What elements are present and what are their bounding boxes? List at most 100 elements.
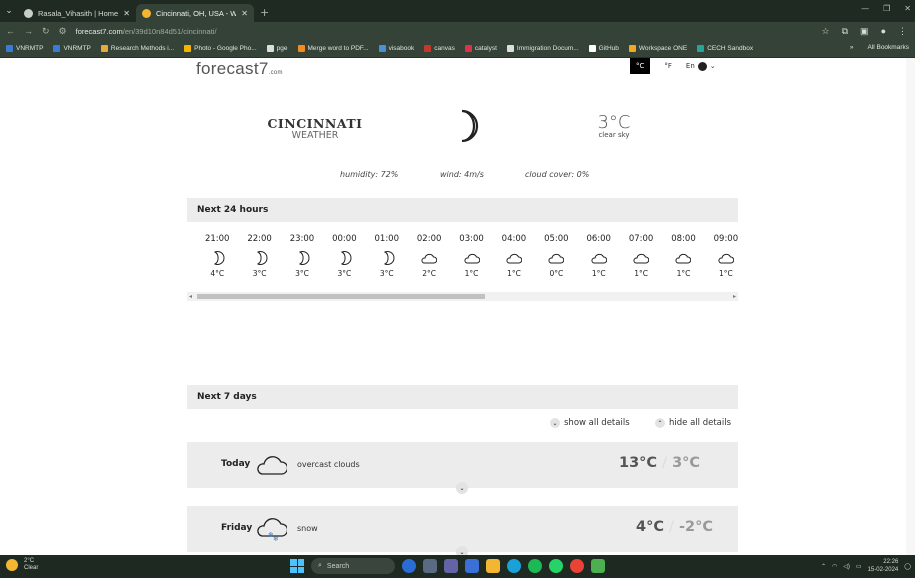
app-icon[interactable]: [465, 559, 479, 573]
tab-search-button[interactable]: ⌄: [0, 0, 18, 22]
bookmark-favicon-icon: [6, 45, 13, 52]
chevron-down-icon: ⌄: [459, 484, 465, 492]
edge-icon[interactable]: [507, 559, 521, 573]
bookmark-item[interactable]: Research Methods i...: [100, 45, 174, 52]
whatsapp-icon[interactable]: [549, 559, 563, 573]
moon-icon: [461, 109, 479, 143]
bookmark-item[interactable]: GitHub: [588, 45, 619, 52]
hour-item: 23:00 3°C: [281, 234, 323, 278]
expand-today-button[interactable]: ⌄: [456, 482, 468, 494]
wifi-icon[interactable]: ◠: [832, 563, 837, 570]
hour-item: 21:00 4°C: [196, 234, 238, 278]
all-bookmarks-button[interactable]: » All Bookmarks: [850, 44, 909, 51]
chrome-icon[interactable]: [570, 559, 584, 573]
spotify-icon[interactable]: [528, 559, 542, 573]
minimize-icon[interactable]: —: [861, 4, 869, 13]
taskbar: 2°C Clear ⌕ Search ⌃ ◠ ◁) ▭ 22:26 15-02-…: [0, 555, 915, 578]
windows-start-icon[interactable]: [290, 559, 304, 573]
close-window-icon[interactable]: ✕: [904, 4, 911, 13]
bookmark-label: VNRMTP: [16, 45, 44, 52]
cloud-icon: [591, 253, 607, 264]
forward-icon[interactable]: →: [24, 26, 33, 36]
scroll-right-icon[interactable]: ▸: [733, 292, 736, 301]
bookmark-item[interactable]: CECH Sandbox: [697, 45, 753, 52]
bookmark-label: CECH Sandbox: [707, 45, 754, 52]
show-all-label: show all details: [564, 418, 630, 428]
bookmark-item[interactable]: VNRMTP: [6, 45, 43, 52]
expand-friday-button[interactable]: ⌄: [456, 546, 468, 555]
scrollbar-thumb[interactable]: [197, 294, 485, 299]
hour-time: 08:00: [671, 234, 696, 244]
url-field[interactable]: forecast7.com/en/39d10n84d51/cincinnati/: [76, 27, 813, 36]
bookmark-item[interactable]: Photo - Google Pho...: [184, 45, 257, 52]
bookmark-item[interactable]: Immigration Docum...: [506, 45, 579, 52]
bookmark-item[interactable]: Workspace ONE: [628, 45, 687, 52]
language-selector[interactable]: En ⌄: [686, 61, 716, 71]
volume-icon[interactable]: ◁): [843, 563, 850, 570]
moon-icon: [383, 251, 395, 265]
taskbar-weather-widget[interactable]: 2°C Clear: [6, 558, 38, 572]
app-icon[interactable]: [591, 559, 605, 573]
hourly-scrollbar[interactable]: ◂ ▸: [187, 292, 738, 301]
bookmark-item[interactable]: catalyst: [464, 45, 497, 52]
profile-icon[interactable]: ●: [881, 26, 886, 37]
bookmark-favicon-icon: [100, 45, 108, 52]
unit-switcher: °C °F En ⌄: [630, 58, 716, 74]
bookmark-favicon-icon: [53, 45, 61, 52]
bookmark-item[interactable]: VNRMTP: [53, 45, 91, 52]
teams-icon[interactable]: [444, 559, 458, 573]
copilot-icon[interactable]: [402, 559, 416, 573]
hour-temp: 1°C: [719, 269, 733, 278]
new-tab-button[interactable]: +: [254, 4, 275, 22]
maximize-icon[interactable]: ❐: [883, 4, 890, 13]
extensions-icon[interactable]: ⧉: [842, 26, 848, 37]
battery-icon[interactable]: ▭: [856, 563, 862, 570]
chevron-down-icon: ⌄: [550, 418, 560, 428]
hide-all-details-button[interactable]: ⌃ hide all details: [655, 418, 731, 428]
page-scrollbar[interactable]: [906, 58, 915, 555]
chevron-up-icon[interactable]: ⌃: [821, 563, 826, 570]
cloud-icon: [506, 253, 522, 264]
show-all-details-button[interactable]: ⌄ show all details: [550, 418, 630, 428]
file-explorer-icon[interactable]: [486, 559, 500, 573]
scroll-left-icon[interactable]: ◂: [189, 292, 192, 301]
fahrenheit-button[interactable]: °F: [664, 62, 672, 70]
tab-home[interactable]: Rasala_Vihasith | Home ✕: [18, 4, 136, 22]
web-page: forecast7.com °C °F En ⌄ CINCINNATI WEAT…: [0, 58, 915, 555]
site-info-icon[interactable]: ⚙: [59, 26, 67, 37]
hour-time: 05:00: [544, 234, 569, 244]
next-24-hours-header: Next 24 hours: [187, 198, 738, 222]
bookmark-label: Photo - Google Pho...: [194, 45, 257, 52]
tab-weather[interactable]: Cincinnati, OH, USA - Weather ✕: [136, 4, 254, 22]
moon-icon: [256, 251, 268, 265]
hour-item: 08:00 1°C: [662, 234, 704, 278]
logo-suffix: .com: [268, 70, 283, 76]
back-icon[interactable]: ←: [6, 26, 15, 36]
bookmark-favicon-icon: [697, 45, 705, 52]
site-logo[interactable]: forecast7.com: [196, 59, 283, 79]
menu-icon[interactable]: ⋮: [898, 26, 907, 37]
bookmark-item[interactable]: canvas: [424, 45, 455, 52]
sidebar-icon[interactable]: ▣: [860, 26, 869, 37]
bookmark-item[interactable]: pge: [266, 45, 288, 52]
reload-icon[interactable]: ↻: [42, 26, 50, 37]
hour-item: 02:00 2°C: [408, 234, 450, 278]
bookmark-item[interactable]: visabook: [378, 45, 414, 52]
close-icon[interactable]: ✕: [241, 9, 248, 18]
more-bookmarks-icon[interactable]: »: [850, 44, 854, 51]
task-view-icon[interactable]: [423, 559, 437, 573]
hour-item: 07:00 1°C: [620, 234, 662, 278]
clock-time: 22:26: [883, 559, 899, 565]
taskbar-search[interactable]: ⌕ Search: [311, 558, 395, 574]
close-icon[interactable]: ✕: [123, 9, 130, 18]
notification-icon[interactable]: ◯: [904, 563, 911, 570]
celsius-button[interactable]: °C: [630, 58, 651, 74]
bookmark-item[interactable]: Merge word to PDF...: [297, 45, 369, 52]
clock[interactable]: 22:26 15-02-2024: [868, 558, 899, 574]
url-host: forecast7.com: [75, 26, 123, 36]
bookmark-star-icon[interactable]: ☆: [822, 26, 830, 37]
cloud-icon: [548, 253, 565, 264]
taskbar-condition: Clear: [24, 565, 39, 571]
chevron-down-icon: ⌄: [709, 62, 716, 70]
hour-time: 03:00: [459, 234, 484, 244]
